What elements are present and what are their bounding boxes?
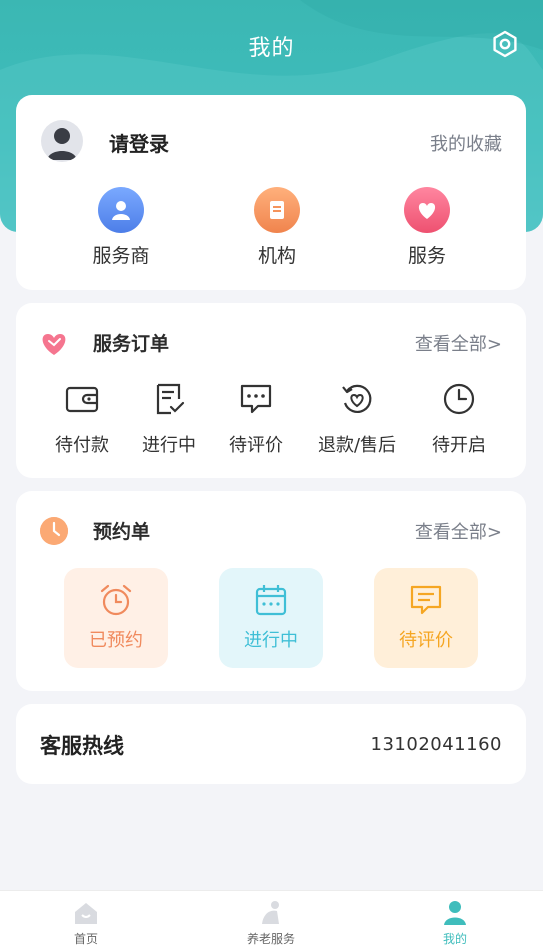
appointment-label: 已预约 bbox=[89, 630, 143, 651]
shortcut-label: 服务商 bbox=[92, 245, 150, 267]
profile-icon bbox=[441, 899, 469, 927]
order-refund[interactable]: 退款/售后 bbox=[312, 381, 402, 457]
shortcut-institution[interactable]: 机构 bbox=[222, 187, 332, 268]
profile-card: 请登录 我的收藏 服务商 机构 服务 bbox=[16, 95, 526, 290]
section-title: 预约单 bbox=[93, 521, 151, 543]
tab-label: 我的 bbox=[442, 932, 467, 946]
order-label: 退款/售后 bbox=[317, 435, 397, 456]
heart-icon bbox=[404, 187, 450, 233]
order-pending-payment[interactable]: 待付款 bbox=[50, 381, 114, 457]
tab-mine[interactable]: 我的 bbox=[405, 899, 505, 947]
order-to-start[interactable]: 待开启 bbox=[427, 381, 491, 457]
favorites-link[interactable]: 我的收藏 bbox=[430, 130, 502, 156]
home-icon bbox=[72, 899, 100, 927]
alarm-clock-icon bbox=[98, 582, 134, 618]
avatar[interactable] bbox=[41, 120, 83, 162]
elderly-service-icon bbox=[257, 899, 285, 927]
login-link[interactable]: 请登录 bbox=[109, 128, 169, 157]
provider-icon bbox=[98, 187, 144, 233]
calendar-icon bbox=[253, 582, 289, 618]
clock-icon bbox=[441, 381, 477, 417]
service-orders-card: 服务订单 查看全部> 待付款 进行中 待评价 退款/售后 待开启 bbox=[16, 303, 526, 478]
comment-icon bbox=[238, 381, 274, 417]
hotline-card[interactable]: 客服热线 13102041160 bbox=[16, 704, 526, 784]
shortcut-provider[interactable]: 服务商 bbox=[66, 187, 176, 268]
tab-label: 养老服务 bbox=[246, 932, 295, 946]
order-to-review[interactable]: 待评价 bbox=[224, 381, 288, 457]
appointment-in-progress[interactable]: 进行中 bbox=[219, 568, 323, 668]
section-title: 服务订单 bbox=[93, 333, 170, 355]
appointment-label: 进行中 bbox=[244, 630, 298, 651]
tab-home[interactable]: 首页 bbox=[36, 899, 136, 947]
refund-icon bbox=[339, 381, 375, 417]
shortcut-service[interactable]: 服务 bbox=[372, 187, 482, 268]
checklist-icon bbox=[151, 381, 187, 417]
order-label: 待评价 bbox=[229, 435, 283, 456]
clock-section-icon bbox=[38, 515, 70, 547]
tab-elderly-service[interactable]: 养老服务 bbox=[221, 899, 321, 947]
order-label: 进行中 bbox=[142, 435, 196, 456]
wallet-icon bbox=[64, 381, 100, 417]
settings-icon[interactable] bbox=[491, 30, 519, 58]
page-title: 我的 bbox=[248, 36, 295, 61]
order-label: 待开启 bbox=[432, 435, 486, 456]
bottom-tab-bar: 首页 养老服务 我的 bbox=[0, 890, 543, 950]
institution-icon bbox=[254, 187, 300, 233]
order-label: 待付款 bbox=[55, 435, 109, 456]
shortcut-label: 机构 bbox=[257, 245, 296, 267]
appointment-label: 待评价 bbox=[399, 630, 453, 651]
view-all-appointments-link[interactable]: 查看全部> bbox=[415, 518, 502, 544]
hotline-title: 客服热线 bbox=[40, 734, 124, 758]
heart-section-icon bbox=[38, 327, 70, 359]
order-in-progress[interactable]: 进行中 bbox=[137, 381, 201, 457]
chat-icon bbox=[408, 582, 444, 618]
appointments-card: 预约单 查看全部> 已预约 进行中 待评价 bbox=[16, 491, 526, 691]
view-all-orders-link[interactable]: 查看全部> bbox=[415, 330, 502, 356]
appointment-to-review[interactable]: 待评价 bbox=[374, 568, 478, 668]
shortcut-label: 服务 bbox=[407, 245, 446, 267]
tab-label: 首页 bbox=[73, 932, 98, 946]
hotline-number[interactable]: 13102041160 bbox=[371, 734, 502, 755]
appointment-booked[interactable]: 已预约 bbox=[64, 568, 168, 668]
